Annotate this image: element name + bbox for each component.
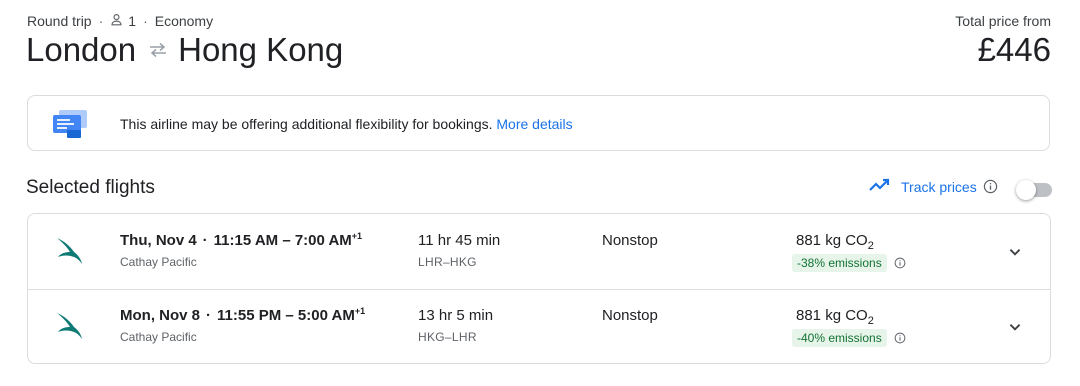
- separator-dot: ·: [202, 232, 208, 249]
- track-prices-toggle[interactable]: [1016, 180, 1052, 200]
- co2-subscript: 2: [867, 240, 874, 252]
- flight-row[interactable]: Mon, Nov 8 · 11:55 PM – 5:00 AM+1 Cathay P…: [28, 289, 1050, 363]
- stops: Nonstop: [602, 307, 658, 324]
- banner-text: This airline may be offering additional …: [120, 116, 573, 132]
- passenger-count[interactable]: 1: [128, 13, 136, 29]
- separator-dot: ·: [143, 13, 148, 29]
- emissions: -40% emissions: [792, 329, 906, 347]
- airport-codes: LHR–HKG: [418, 255, 477, 269]
- co2-amount: 881 kg CO: [796, 307, 868, 324]
- destination-city: Hong Kong: [178, 31, 344, 68]
- airline-name: Cathay Pacific: [120, 255, 197, 269]
- flight-duration: 13 hr 5 min: [418, 307, 494, 324]
- flexibility-banner: This airline may be offering additional …: [27, 95, 1050, 151]
- co2-value: 881 kg CO2: [796, 307, 874, 327]
- co2-value: 881 kg CO2: [796, 232, 874, 252]
- flight-time-range: 11:55 PM – 5:00 AM: [217, 307, 355, 324]
- chevron-down-icon[interactable]: [1004, 241, 1026, 268]
- flight-time-range: 11:15 AM – 7:00 AM: [213, 232, 352, 249]
- info-icon[interactable]: [983, 179, 998, 194]
- cabin-class[interactable]: Economy: [155, 13, 213, 29]
- price-label: Total price from: [955, 13, 1051, 29]
- total-price: £446: [977, 31, 1051, 68]
- flight-date: Mon, Nov 8: [120, 307, 201, 324]
- chevron-down-icon[interactable]: [1004, 316, 1026, 343]
- more-details-link[interactable]: More details: [496, 116, 572, 132]
- trip-type[interactable]: Round trip: [27, 13, 92, 29]
- flight-duration: 11 hr 45 min: [418, 232, 501, 249]
- flight-times: Thu, Nov 4 · 11:15 AM – 7:00 AM+1: [120, 231, 362, 249]
- emissions-badge: -40% emissions: [792, 329, 887, 347]
- info-icon[interactable]: [894, 257, 906, 269]
- separator-dot: ·: [206, 307, 212, 324]
- origin-city: London: [26, 31, 137, 68]
- day-offset: +1: [351, 231, 363, 241]
- route-title: London Hong Kong: [26, 31, 343, 69]
- flight-row[interactable]: Thu, Nov 4 · 11:15 AM – 7:00 AM+1 Cathay P…: [28, 214, 1050, 290]
- airline-name: Cathay Pacific: [120, 330, 197, 344]
- co2-subscript: 2: [867, 315, 874, 327]
- toggle-knob: [1016, 180, 1036, 200]
- separator-dot: ·: [98, 13, 104, 29]
- cathay-pacific-logo-icon: [55, 236, 85, 271]
- flight-times: Mon, Nov 8 · 11:55 PM – 5:00 AM+1: [120, 306, 365, 324]
- airport-codes: HKG–LHR: [418, 330, 477, 344]
- track-prices-label[interactable]: Track prices: [901, 179, 977, 195]
- cathay-pacific-logo-icon: [55, 311, 85, 346]
- co2-amount: 881 kg CO: [796, 232, 868, 249]
- day-offset: +1: [354, 306, 366, 316]
- flight-date: Thu, Nov 4: [120, 232, 197, 249]
- trip-summary: Round trip · 1 · Economy: [27, 13, 213, 29]
- ticket-illustration-icon: [53, 110, 89, 143]
- selected-flights-list: Thu, Nov 4 · 11:15 AM – 7:00 AM+1 Cathay P…: [27, 213, 1051, 364]
- trending-up-icon: [869, 178, 891, 195]
- info-icon[interactable]: [894, 332, 906, 344]
- emissions: -38% emissions: [792, 254, 906, 272]
- passenger-icon: [110, 13, 128, 29]
- emissions-badge: -38% emissions: [792, 254, 887, 272]
- banner-message: This airline may be offering additional …: [120, 116, 493, 132]
- swap-arrows-icon: [148, 42, 168, 58]
- stops: Nonstop: [602, 232, 658, 249]
- selected-flights-heading: Selected flights: [26, 177, 155, 198]
- track-prices[interactable]: Track prices: [869, 178, 998, 195]
